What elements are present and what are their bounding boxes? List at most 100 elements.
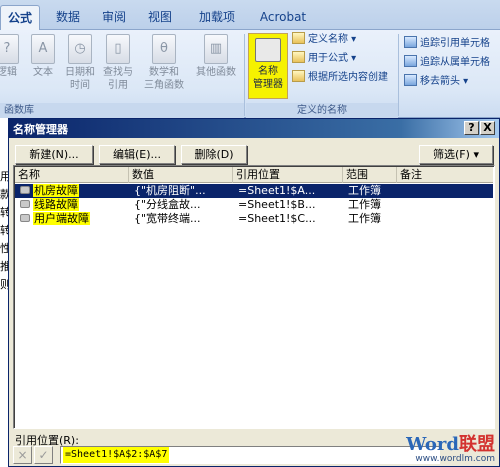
text-label: 文本 bbox=[33, 67, 53, 78]
row-name: 线路故障 bbox=[20, 198, 79, 212]
filter-label: 筛选(F) bbox=[433, 148, 470, 161]
edit-button[interactable]: 编辑(E)... bbox=[99, 145, 175, 164]
trace-dependents-button[interactable]: 追踪从属单元格 bbox=[404, 55, 490, 71]
text-function-icon: A bbox=[31, 34, 55, 64]
trace-dependents-label: 追踪从属单元格 bbox=[420, 57, 490, 68]
create-from-selection-button[interactable]: 根据所选内容创建 bbox=[292, 70, 388, 86]
row-value: {"分线盒故... bbox=[134, 198, 201, 211]
chevron-down-icon: ▾ bbox=[473, 148, 479, 161]
books-icon: ▥ bbox=[204, 34, 228, 64]
remove-arrows-label: 移去箭头 bbox=[420, 76, 460, 87]
logical-label: 逻辑 bbox=[0, 67, 17, 78]
row-ref: =Sheet1!$C... bbox=[238, 212, 316, 225]
list-header: 名称 数值 引用位置 范围 备注 bbox=[15, 167, 493, 183]
group-separator bbox=[244, 34, 245, 116]
more-functions-button[interactable]: ▥ 其他函数 bbox=[192, 34, 240, 79]
confirm-icon[interactable]: ✓ bbox=[34, 446, 53, 464]
list-row[interactable]: 用户端故障 {"宽带终端... =Sheet1!$C... 工作簿 bbox=[15, 212, 493, 226]
tab-formulas[interactable]: 公式 bbox=[0, 5, 40, 31]
column-header-value[interactable]: 数值 bbox=[129, 167, 233, 183]
dialog-titlebar[interactable]: 名称管理器 ? X bbox=[9, 119, 499, 138]
watermark-brand-cn: 联盟 bbox=[459, 434, 495, 455]
name-tag-icon bbox=[20, 186, 30, 194]
tab-review[interactable]: 审阅 bbox=[96, 7, 132, 30]
row-scope: 工作簿 bbox=[348, 212, 381, 225]
column-header-name[interactable]: 名称 bbox=[15, 167, 129, 183]
row-scope: 工作簿 bbox=[348, 184, 381, 197]
row-name-text: 机房故障 bbox=[33, 184, 79, 197]
remove-arrows-button[interactable]: 移去箭头 ▾ bbox=[404, 74, 468, 90]
datetime-label: 日期和 bbox=[65, 67, 95, 78]
datetime-button[interactable]: ◷ 日期和 时间 bbox=[62, 34, 98, 92]
group-separator-2 bbox=[398, 34, 399, 116]
use-in-formula-icon bbox=[292, 51, 305, 63]
name-manager-button[interactable]: 名称 管理器 bbox=[248, 33, 288, 99]
tab-data[interactable]: 数据 bbox=[50, 7, 86, 30]
new-button[interactable]: 新建(N)... bbox=[15, 145, 93, 164]
name-manager-icon bbox=[255, 38, 281, 62]
help-button[interactable]: ? bbox=[464, 121, 479, 135]
refers-to-value: =Sheet1!$A$2:$A$7 bbox=[63, 447, 170, 463]
close-button[interactable]: X bbox=[480, 121, 495, 135]
delete-button[interactable]: 删除(D) bbox=[181, 145, 247, 164]
remove-arrows-icon bbox=[404, 74, 417, 86]
name-manager-dialog: 名称管理器 ? X 新建(N)... 编辑(E)... 删除(D) 筛选(F) … bbox=[8, 118, 500, 467]
cancel-icon[interactable]: × bbox=[13, 446, 32, 464]
names-list[interactable]: 名称 数值 引用位置 范围 备注 机房故障 {"机房阻断"... =Sheet1… bbox=[13, 165, 495, 429]
tab-addins[interactable]: 加载项 bbox=[192, 7, 242, 30]
row-scope: 工作簿 bbox=[348, 198, 381, 211]
trace-dependents-icon bbox=[404, 55, 417, 67]
define-name-label: 定义名称 bbox=[308, 34, 348, 45]
math-label: 数学和 bbox=[149, 67, 179, 78]
watermark-brand-word: Word bbox=[406, 434, 459, 455]
use-in-formula-button[interactable]: 用于公式 ▾ bbox=[292, 51, 356, 67]
define-name-icon bbox=[292, 32, 305, 44]
filter-button[interactable]: 筛选(F) ▾ bbox=[419, 145, 493, 164]
ribbon-tab-bar: 公式 数据 审阅 视图 加载项 Acrobat bbox=[0, 0, 500, 31]
column-header-comment[interactable]: 备注 bbox=[397, 167, 493, 183]
lookup-label: 查找与 bbox=[103, 67, 133, 78]
lookup-button[interactable]: ▯ 查找与 引用 bbox=[100, 34, 136, 92]
more-functions-label: 其他函数 bbox=[196, 67, 236, 78]
group-label-function-library: 函数库 bbox=[0, 103, 244, 118]
ribbon-panel: ? 逻辑 A 文本 ◷ 日期和 时间 ▯ 查找与 引用 θ 数学和 三角函数 ▥… bbox=[0, 30, 500, 118]
trace-precedents-button[interactable]: 追踪引用单元格 bbox=[404, 36, 490, 52]
row-ref: =Sheet1!$A... bbox=[238, 184, 316, 197]
calendar-icon: ◷ bbox=[68, 34, 92, 64]
logical-button[interactable]: ? 逻辑 bbox=[0, 34, 22, 79]
group-label-defined-names: 定义的名称 bbox=[246, 103, 398, 118]
create-from-selection-icon bbox=[292, 70, 305, 82]
tab-acrobat[interactable]: Acrobat bbox=[255, 7, 311, 30]
row-name-text: 用户端故障 bbox=[33, 212, 90, 225]
define-name-button[interactable]: 定义名称 ▾ bbox=[292, 32, 356, 48]
row-name-text: 线路故障 bbox=[33, 198, 79, 211]
watermark-brand: Word联盟 bbox=[406, 430, 495, 456]
name-manager-label: 名称 bbox=[258, 66, 278, 77]
theta-icon: θ bbox=[152, 34, 176, 64]
refers-to-input[interactable]: =Sheet1!$A$2:$A$7 bbox=[60, 446, 440, 464]
watermark-url: www.wordlm.com bbox=[415, 454, 495, 464]
column-header-scope[interactable]: 范围 bbox=[343, 167, 397, 183]
row-value: {"机房阻断"... bbox=[134, 184, 206, 197]
row-name: 机房故障 bbox=[20, 184, 79, 198]
tab-view[interactable]: 视图 bbox=[142, 7, 178, 30]
row-ref: =Sheet1!$B... bbox=[238, 198, 316, 211]
trace-precedents-label: 追踪引用单元格 bbox=[420, 38, 490, 49]
text-button[interactable]: A 文本 bbox=[28, 34, 58, 79]
list-row[interactable]: 机房故障 {"机房阻断"... =Sheet1!$A... 工作簿 bbox=[15, 184, 493, 198]
list-row[interactable]: 线路故障 {"分线盒故... =Sheet1!$B... 工作簿 bbox=[15, 198, 493, 212]
datetime-label-2: 时间 bbox=[70, 80, 90, 91]
trace-precedents-icon bbox=[404, 36, 417, 48]
name-manager-label-2: 管理器 bbox=[253, 79, 283, 90]
math-trig-button[interactable]: θ 数学和 三角函数 bbox=[140, 34, 188, 92]
column-header-refers-to[interactable]: 引用位置 bbox=[233, 167, 343, 183]
create-from-selection-label: 根据所选内容创建 bbox=[308, 72, 388, 83]
row-name: 用户端故障 bbox=[20, 212, 90, 226]
row-value: {"宽带终端... bbox=[134, 212, 201, 225]
dialog-title: 名称管理器 bbox=[13, 123, 68, 136]
use-in-formula-label: 用于公式 bbox=[308, 53, 348, 64]
name-tag-icon bbox=[20, 214, 30, 222]
lookup-icon: ▯ bbox=[106, 34, 130, 64]
watermark-logo: Word联盟 www.wordlm.com bbox=[406, 430, 495, 464]
math-label-2: 三角函数 bbox=[144, 80, 184, 91]
